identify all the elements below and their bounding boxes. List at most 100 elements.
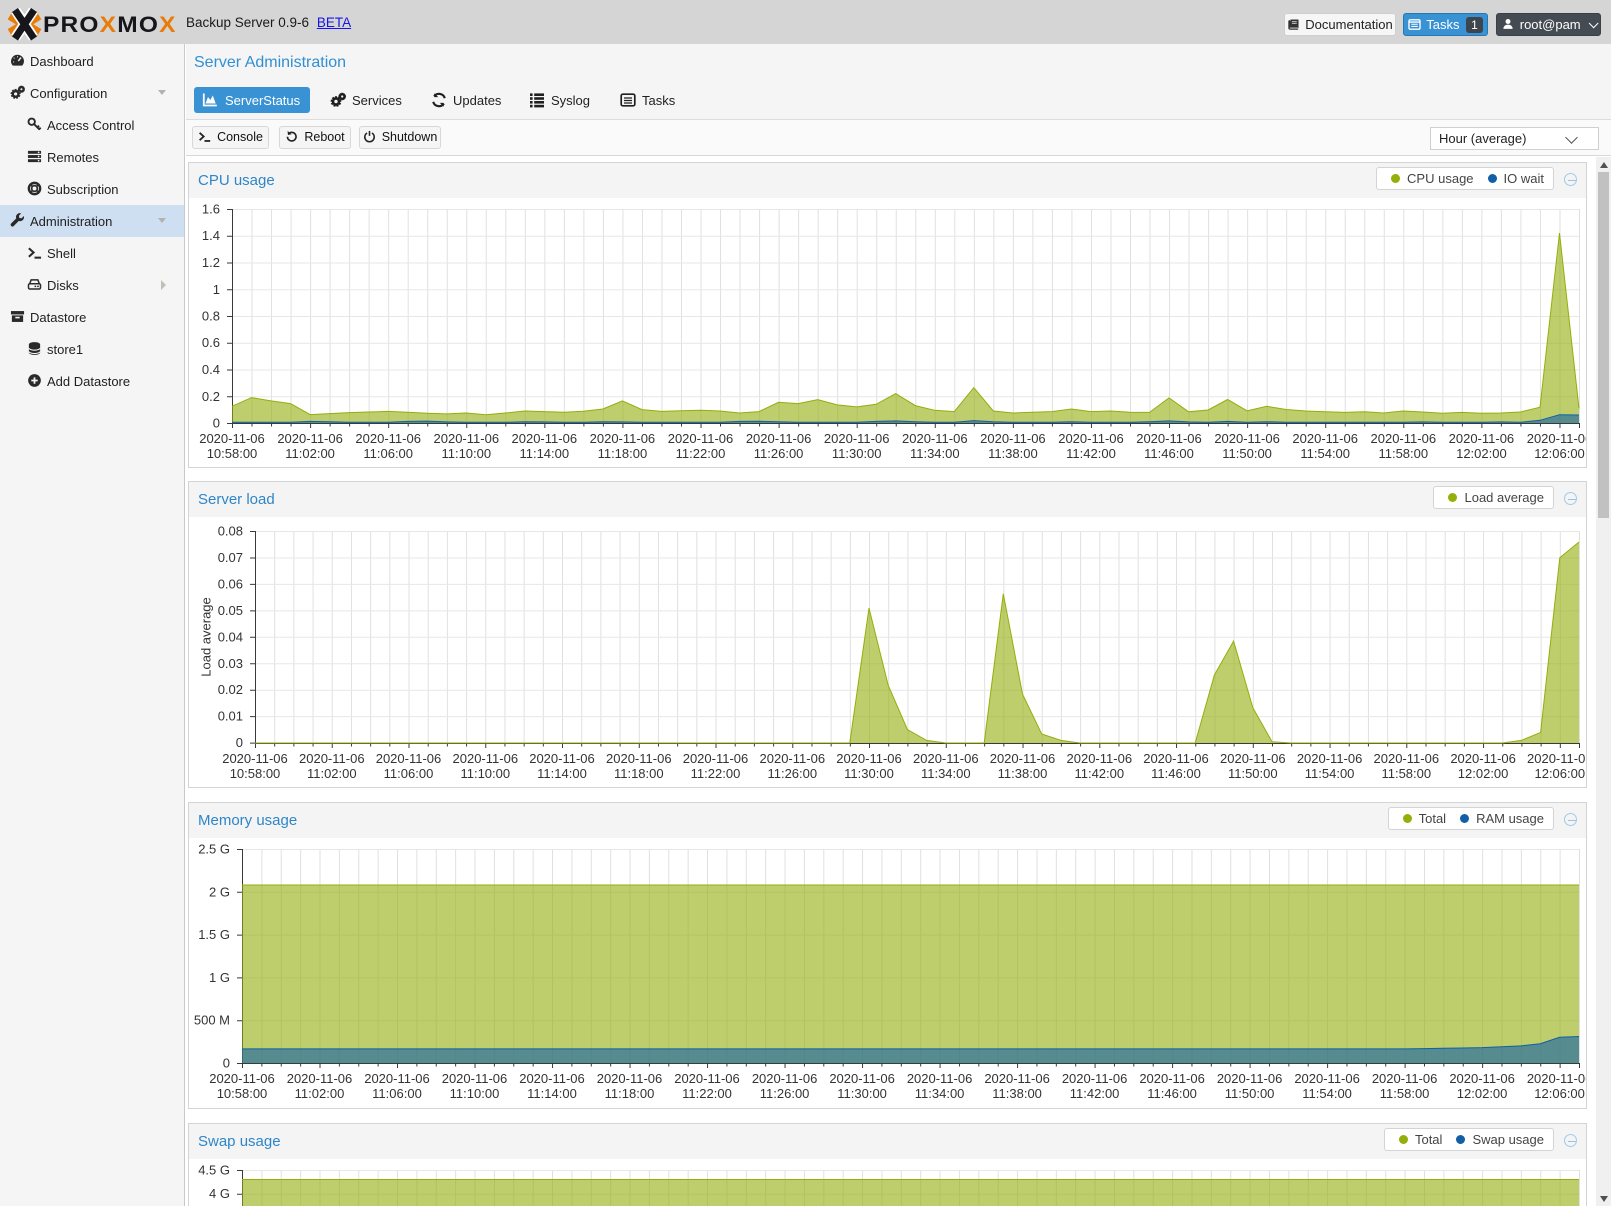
svg-text:2020-11-06: 2020-11-06 — [299, 751, 365, 766]
svg-text:1.4: 1.4 — [202, 228, 220, 243]
svg-text:2020-11-06: 2020-11-06 — [1297, 751, 1363, 766]
svg-text:0.2: 0.2 — [202, 389, 220, 404]
svg-text:10:58:00: 10:58:00 — [217, 1086, 268, 1101]
svg-text:2020-11-06: 2020-11-06 — [1139, 1071, 1205, 1086]
svg-text:12:06:00: 12:06:00 — [1534, 446, 1585, 461]
svg-text:11:46:00: 11:46:00 — [1144, 446, 1194, 461]
svg-text:2020-11-06: 2020-11-06 — [1372, 1071, 1438, 1086]
svg-text:0.05: 0.05 — [218, 603, 243, 618]
svg-text:11:26:00: 11:26:00 — [767, 766, 817, 781]
svg-text:0: 0 — [223, 1056, 230, 1071]
svg-text:2020-11-06: 2020-11-06 — [199, 431, 265, 446]
svg-text:2020-11-06: 2020-11-06 — [1292, 431, 1358, 446]
svg-text:2020-11-06: 2020-11-06 — [364, 1071, 430, 1086]
svg-text:12:02:00: 12:02:00 — [1456, 446, 1507, 461]
svg-text:10:58:00: 10:58:00 — [230, 766, 281, 781]
svg-text:2020-11-06: 2020-11-06 — [529, 751, 595, 766]
svg-text:2020-11-06: 2020-11-06 — [209, 1071, 275, 1086]
svg-text:11:30:00: 11:30:00 — [832, 446, 882, 461]
svg-text:4 G: 4 G — [209, 1186, 230, 1201]
svg-text:11:10:00: 11:10:00 — [460, 766, 510, 781]
svg-text:11:02:00: 11:02:00 — [285, 446, 335, 461]
svg-text:4.5 G: 4.5 G — [198, 1163, 230, 1178]
svg-text:2020-11-06: 2020-11-06 — [674, 1071, 740, 1086]
svg-text:2020-11-06: 2020-11-06 — [907, 1071, 973, 1086]
svg-text:11:38:00: 11:38:00 — [988, 446, 1038, 461]
svg-text:2020-11-06: 2020-11-06 — [1374, 751, 1440, 766]
svg-text:0.08: 0.08 — [218, 524, 243, 539]
svg-text:2020-11-06: 2020-11-06 — [902, 431, 968, 446]
svg-text:1.2: 1.2 — [202, 255, 220, 270]
svg-text:11:06:00: 11:06:00 — [363, 446, 413, 461]
svg-text:0.06: 0.06 — [218, 576, 243, 591]
svg-text:2020-11-06: 2020-11-06 — [1449, 431, 1515, 446]
svg-text:0.03: 0.03 — [218, 656, 243, 671]
svg-text:0.07: 0.07 — [218, 550, 243, 565]
svg-text:11:06:00: 11:06:00 — [384, 766, 434, 781]
svg-text:11:38:00: 11:38:00 — [998, 766, 1048, 781]
svg-text:11:18:00: 11:18:00 — [598, 446, 648, 461]
svg-text:0.4: 0.4 — [202, 362, 220, 377]
svg-text:2020-11-06: 2020-11-06 — [287, 1071, 353, 1086]
svg-text:2020-11-06: 2020-11-06 — [824, 431, 890, 446]
svg-text:11:38:00: 11:38:00 — [992, 1086, 1042, 1101]
svg-text:2020-11-06: 2020-11-06 — [1062, 1071, 1128, 1086]
svg-text:1: 1 — [213, 282, 220, 297]
svg-text:11:14:00: 11:14:00 — [537, 766, 587, 781]
svg-text:2020-11-06: 2020-11-06 — [1527, 751, 1586, 766]
svg-text:11:54:00: 11:54:00 — [1300, 446, 1350, 461]
svg-text:2020-11-06: 2020-11-06 — [836, 751, 902, 766]
svg-text:11:02:00: 11:02:00 — [307, 766, 357, 781]
svg-text:12:06:00: 12:06:00 — [1534, 1086, 1585, 1101]
svg-text:PROXMOX: PROXMOX — [43, 12, 177, 37]
svg-text:2020-11-06: 2020-11-06 — [1371, 431, 1437, 446]
svg-text:2020-11-06: 2020-11-06 — [1136, 431, 1202, 446]
svg-text:11:22:00: 11:22:00 — [676, 446, 726, 461]
svg-text:1 G: 1 G — [209, 970, 230, 985]
svg-text:2020-11-06: 2020-11-06 — [1450, 751, 1516, 766]
svg-text:2020-11-06: 2020-11-06 — [1058, 431, 1124, 446]
svg-text:11:50:00: 11:50:00 — [1222, 446, 1272, 461]
svg-text:10:58:00: 10:58:00 — [207, 446, 258, 461]
svg-text:2020-11-06: 2020-11-06 — [984, 1071, 1050, 1086]
svg-text:2020-11-06: 2020-11-06 — [1217, 1071, 1283, 1086]
svg-text:11:34:00: 11:34:00 — [921, 766, 971, 781]
svg-text:11:18:00: 11:18:00 — [605, 1086, 655, 1101]
svg-text:2 G: 2 G — [209, 884, 230, 899]
svg-text:2020-11-06: 2020-11-06 — [376, 751, 442, 766]
svg-text:Load average: Load average — [199, 597, 214, 677]
svg-text:11:46:00: 11:46:00 — [1151, 766, 1201, 781]
svg-text:11:58:00: 11:58:00 — [1381, 766, 1431, 781]
svg-text:2020-11-06: 2020-11-06 — [1294, 1071, 1360, 1086]
svg-text:0.8: 0.8 — [202, 309, 220, 324]
svg-text:2020-11-06: 2020-11-06 — [760, 751, 826, 766]
svg-text:11:54:00: 11:54:00 — [1305, 766, 1355, 781]
svg-text:2020-11-06: 2020-11-06 — [683, 751, 749, 766]
svg-text:11:10:00: 11:10:00 — [441, 446, 491, 461]
svg-text:11:02:00: 11:02:00 — [295, 1086, 345, 1101]
svg-text:11:18:00: 11:18:00 — [614, 766, 664, 781]
svg-text:1.5 G: 1.5 G — [198, 927, 230, 942]
svg-text:2020-11-06: 2020-11-06 — [519, 1071, 585, 1086]
svg-text:11:42:00: 11:42:00 — [1070, 1086, 1120, 1101]
svg-text:11:46:00: 11:46:00 — [1147, 1086, 1197, 1101]
svg-text:11:58:00: 11:58:00 — [1378, 446, 1428, 461]
svg-text:11:30:00: 11:30:00 — [844, 766, 894, 781]
svg-text:11:10:00: 11:10:00 — [450, 1086, 500, 1101]
svg-text:2020-11-06: 2020-11-06 — [512, 431, 578, 446]
svg-text:0: 0 — [213, 416, 220, 431]
svg-text:11:58:00: 11:58:00 — [1380, 1086, 1430, 1101]
svg-text:1.6: 1.6 — [202, 202, 220, 217]
svg-text:2020-11-06: 2020-11-06 — [590, 431, 656, 446]
svg-text:2.5 G: 2.5 G — [198, 842, 230, 857]
svg-text:11:50:00: 11:50:00 — [1225, 1086, 1275, 1101]
svg-text:2020-11-06: 2020-11-06 — [355, 431, 421, 446]
svg-text:2020-11-06: 2020-11-06 — [1449, 1071, 1515, 1086]
svg-text:11:42:00: 11:42:00 — [1074, 766, 1124, 781]
svg-text:2020-11-06: 2020-11-06 — [829, 1071, 895, 1086]
svg-text:11:22:00: 11:22:00 — [691, 766, 741, 781]
svg-text:11:34:00: 11:34:00 — [910, 446, 960, 461]
svg-text:2020-11-06: 2020-11-06 — [222, 751, 288, 766]
svg-text:2020-11-06: 2020-11-06 — [746, 431, 812, 446]
svg-text:2020-11-06: 2020-11-06 — [980, 431, 1046, 446]
